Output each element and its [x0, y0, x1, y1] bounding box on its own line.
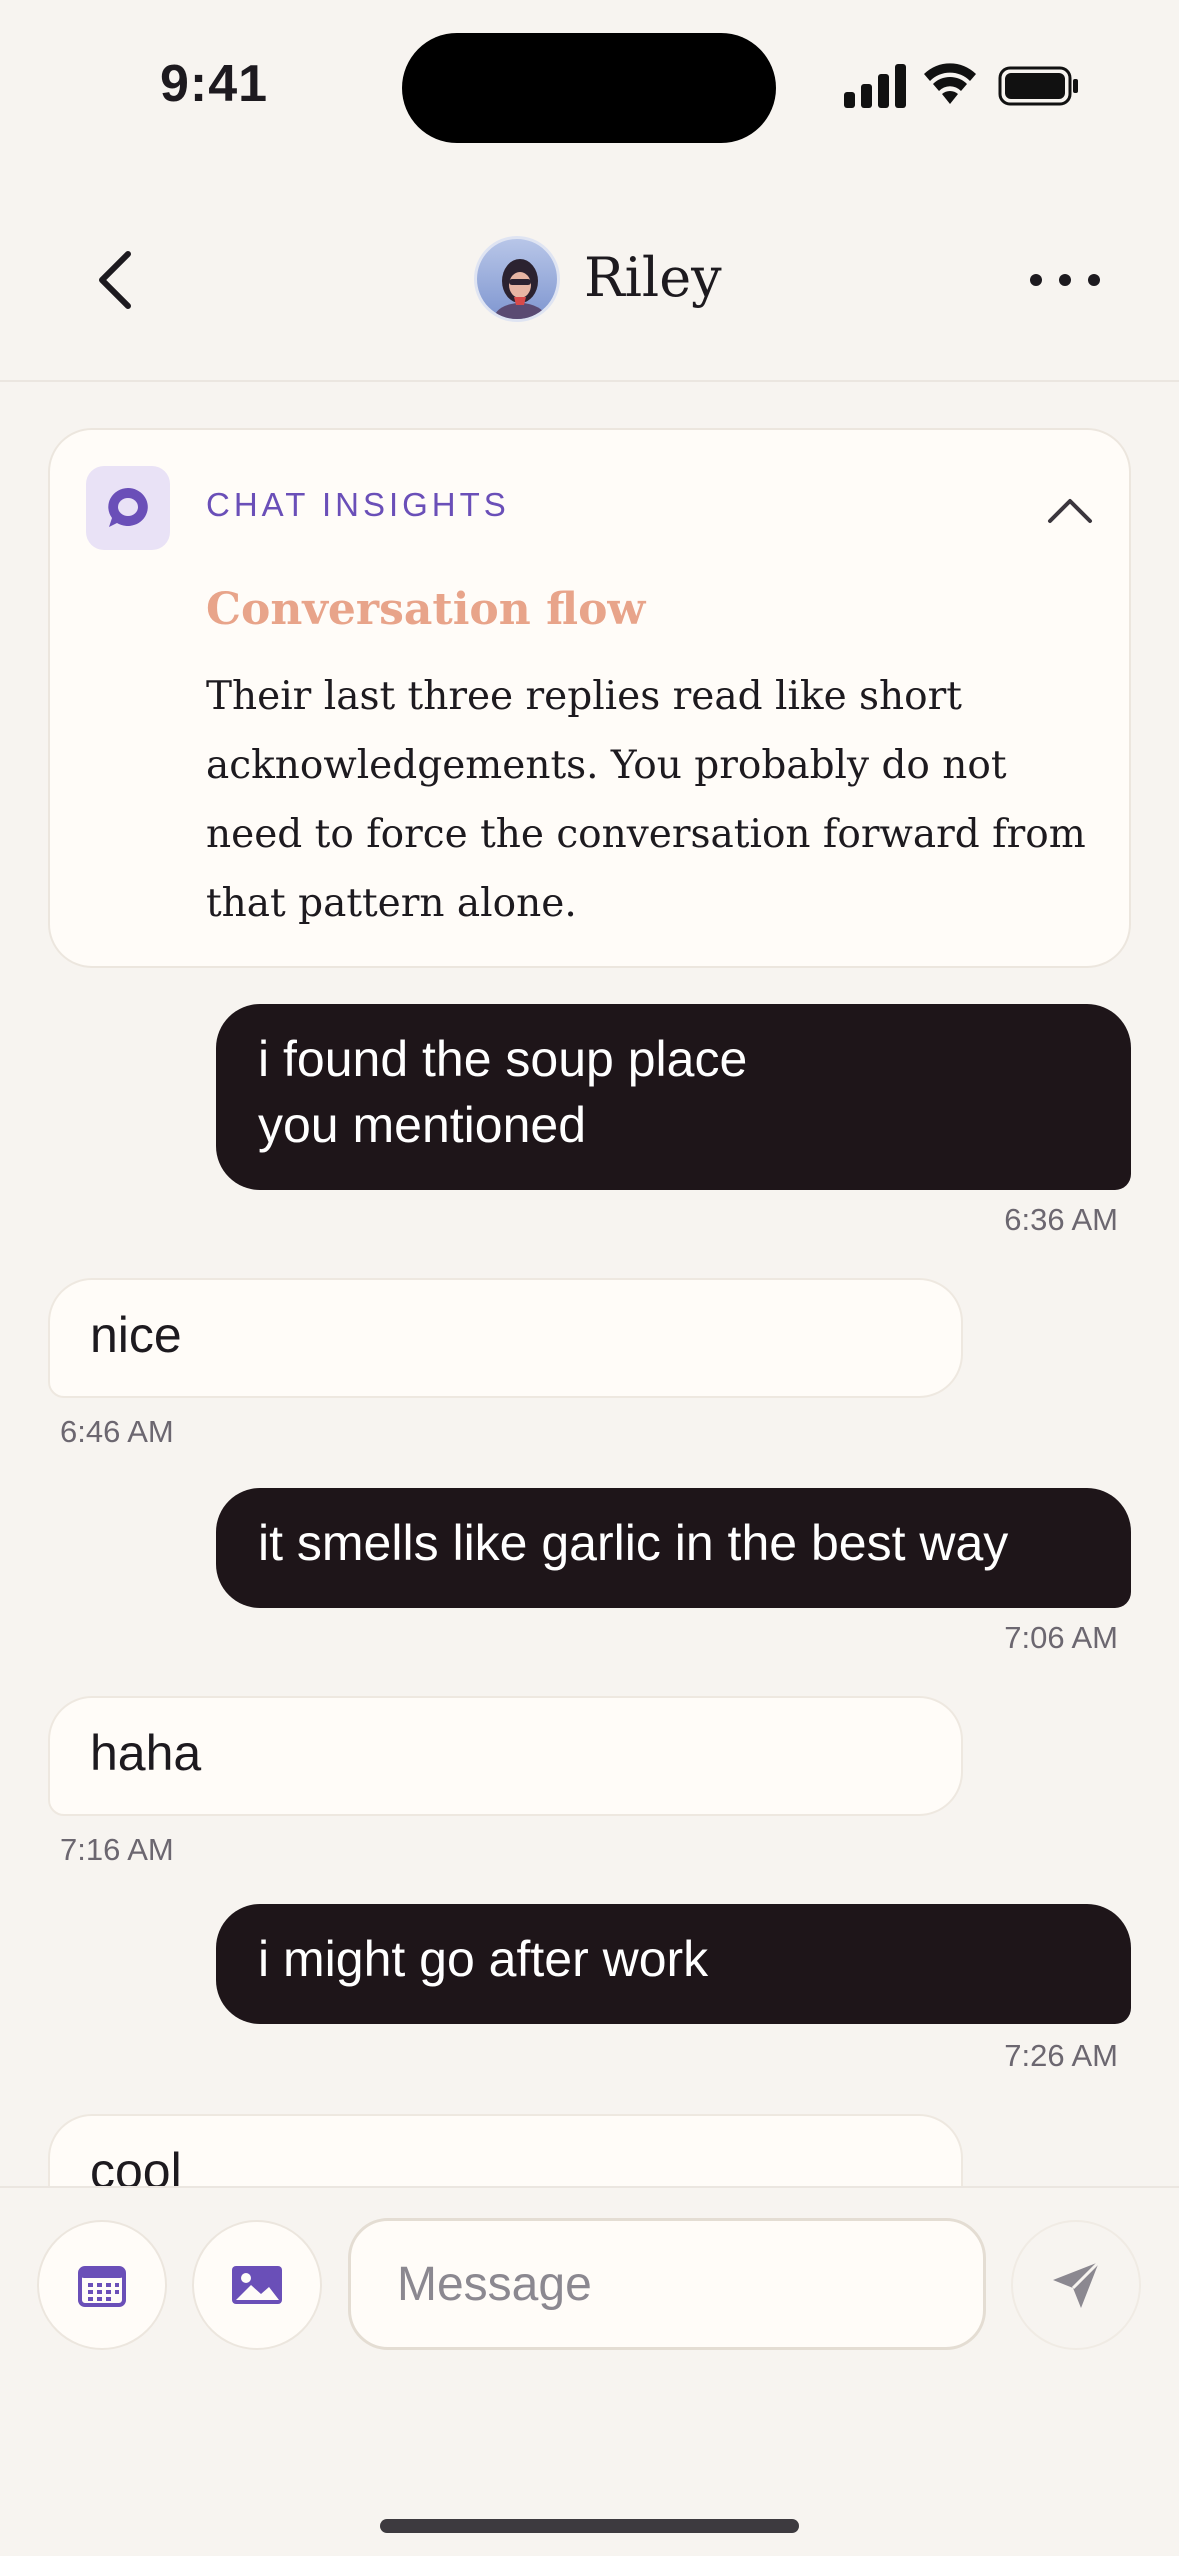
send-icon [1053, 2260, 1101, 2308]
dot [1030, 274, 1042, 286]
chevron-left-icon [99, 251, 131, 309]
dot [1059, 274, 1071, 286]
wifi-icon [924, 63, 976, 104]
message-composer [0, 2186, 1179, 2556]
status-bar: 9:41 [0, 0, 1179, 170]
message-timestamp: 7:26 AM [1004, 2038, 1118, 2073]
contact-name[interactable]: Riley [584, 246, 722, 309]
insights-body: Their last three replies read like short… [206, 674, 1086, 926]
send-button[interactable] [1011, 2220, 1141, 2350]
chat-insights-card: CHAT INSIGHTS Conversation flow Their la… [48, 428, 1131, 968]
chevron-up-icon [1048, 499, 1092, 523]
message-timestamp: 6:46 AM [60, 1414, 174, 1449]
status-time: 9:41 [160, 55, 269, 113]
message-timestamp: 7:16 AM [60, 1832, 174, 1867]
chat-bubble-icon [108, 488, 148, 527]
calendar-button[interactable] [37, 2220, 167, 2350]
home-indicator [380, 2519, 799, 2533]
chat-header: Riley [0, 200, 1179, 380]
battery-icon [998, 66, 1078, 106]
calendar-icon [78, 2266, 126, 2307]
message-bubble-sent[interactable]: it smells like garlic in the best way [216, 1488, 1131, 1608]
back-button[interactable] [78, 244, 150, 316]
avatar-illustration [494, 259, 546, 319]
message-timestamp: 6:36 AM [1004, 1202, 1118, 1237]
message-bubble-sent[interactable]: i might go after work [216, 1904, 1131, 2024]
dynamic-island [402, 33, 776, 143]
more-options-button[interactable] [1030, 270, 1100, 290]
message-bubble-received[interactable]: nice [48, 1278, 963, 1398]
insights-label: CHAT INSIGHTS [206, 486, 510, 523]
dot [1088, 274, 1100, 286]
message-bubble-sent[interactable]: i found the soup place you mentioned [216, 1004, 1131, 1190]
collapse-insights-button[interactable] [1040, 480, 1100, 540]
image-button[interactable] [192, 2220, 322, 2350]
header-divider [0, 380, 1179, 382]
message-input[interactable] [348, 2218, 986, 2350]
insights-heading: Conversation flow [206, 584, 646, 635]
insights-icon-badge [86, 466, 170, 550]
message-timestamp: 7:06 AM [1004, 1620, 1118, 1655]
image-icon [232, 2266, 282, 2304]
message-bubble-received[interactable]: haha [48, 1696, 963, 1816]
signal-icon [844, 64, 906, 108]
avatar[interactable] [474, 236, 560, 322]
